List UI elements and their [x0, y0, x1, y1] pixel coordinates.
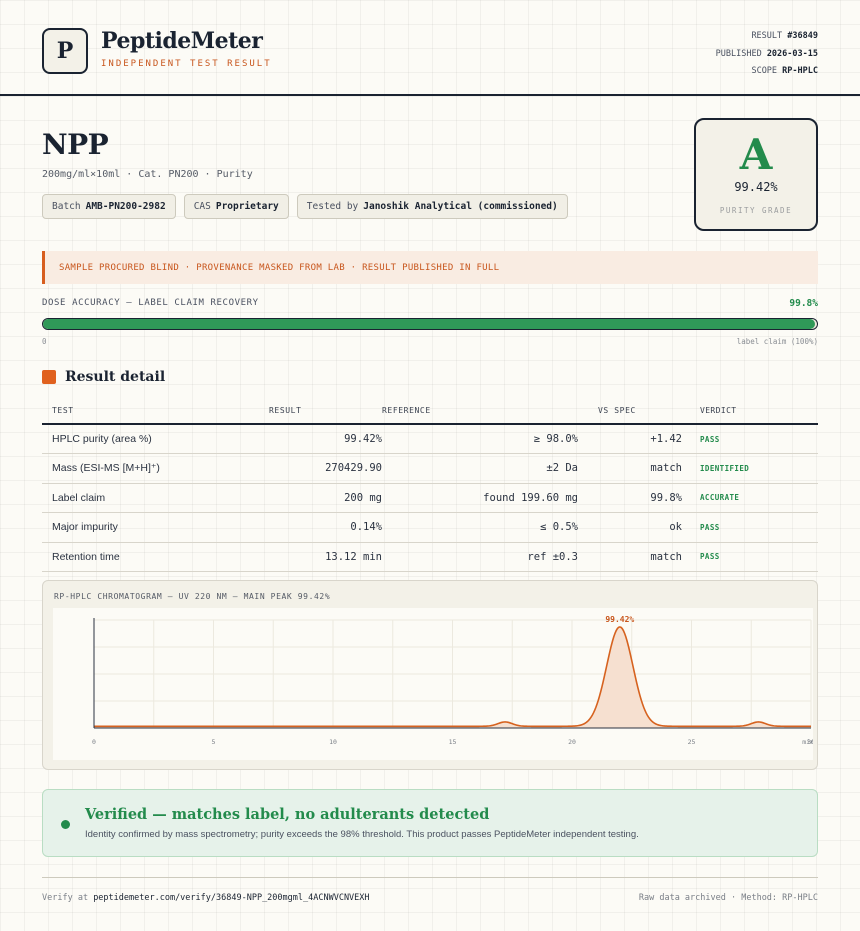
- test-result: 13.12 min: [250, 542, 382, 572]
- procurement-notice: SAMPLE PROCURED BLIND · PROVENANCE MASKE…: [42, 251, 818, 284]
- section-marker-icon: [42, 370, 56, 384]
- table-row: Mass (ESI-MS [M+H]⁺) 270429.90 ±2 Da mat…: [42, 453, 818, 484]
- verification-banner: Verified — matches label, no adulterants…: [42, 789, 818, 857]
- x-tick-label: 10: [329, 738, 337, 746]
- table-row: Retention time 13.12 min ref ±0.3 match …: [42, 542, 818, 572]
- cas-chip: CAS Proprietary: [183, 194, 289, 219]
- result-table: TEST RESULT REFERENCE VS SPEC VERDICT HP…: [42, 398, 818, 572]
- tested-by-chip: Tested by Janoshik Analytical (commission…: [296, 194, 568, 219]
- table-row: Label claim 200 mg found 199.60 mg 99.8%…: [42, 483, 818, 513]
- dose-accuracy-label: DOSE ACCURACY — LABEL CLAIM RECOVERY: [42, 298, 259, 308]
- result-id: #36849: [787, 31, 818, 41]
- test-verdict: PASS: [682, 512, 818, 543]
- x-tick-label: 5: [212, 738, 216, 746]
- dose-accuracy-bar: [42, 318, 818, 330]
- test-verdict: PASS: [682, 542, 818, 572]
- test-result: 99.42%: [250, 424, 382, 454]
- test-reference: ≥ 98.0%: [382, 424, 578, 454]
- verification-title: Verified — matches label, no adulterants…: [85, 806, 490, 823]
- x-tick-label: 15: [449, 738, 457, 746]
- table-header-row: TEST RESULT REFERENCE VS SPEC VERDICT: [42, 398, 818, 425]
- grade-label: PURITY GRADE: [719, 206, 793, 215]
- x-tick-label: 20: [568, 738, 576, 746]
- peak-annotation: 99.42%: [605, 615, 634, 624]
- table-row: Major impurity 0.14% ≤ 0.5% ok PASS: [42, 512, 818, 543]
- test-name: Retention time: [42, 542, 250, 572]
- brand-name: PeptideMeter: [101, 28, 263, 54]
- test-name: Label claim: [42, 483, 250, 513]
- test-reference: ref ±0.3: [382, 542, 578, 572]
- verify-link[interactable]: peptidemeter.com/verify/36849-NPP_200mgm…: [93, 893, 369, 903]
- section-title: Result detail: [65, 369, 166, 385]
- test-vs-spec: match: [578, 542, 682, 572]
- product-name: NPP: [42, 128, 109, 161]
- purity-grade-card: A 99.42% PURITY GRADE: [694, 118, 818, 231]
- product-subline: 200mg/ml×10ml · Cat. PN200 · Purity: [42, 169, 253, 180]
- grade-letter: A: [739, 130, 773, 179]
- dose-accuracy-value: 99.8%: [789, 298, 818, 309]
- x-unit-label: min: [802, 738, 813, 746]
- chromatogram-chart: 0 5 10 15 20 25 30min99.42%: [92, 615, 813, 746]
- scope-row: SCOPE RP-HPLC: [751, 66, 818, 76]
- test-vs-spec: ok: [578, 512, 682, 543]
- test-verdict: IDENTIFIED: [682, 453, 818, 484]
- test-vs-spec: 99.8%: [578, 483, 682, 513]
- product-chips: Batch AMB-PN200-2982 CAS Proprietary Teste…: [42, 194, 568, 219]
- test-vs-spec: match: [578, 453, 682, 484]
- footer-method: Raw data archived · Method: RP-HPLC: [638, 893, 818, 903]
- result-detail-heading: Result detail: [42, 369, 165, 385]
- test-name: Mass (ESI-MS [M+H]⁺): [42, 453, 250, 484]
- scope-value: RP-HPLC: [782, 66, 818, 76]
- test-verdict: PASS: [682, 424, 818, 454]
- verify-line: Verify at peptidemeter.com/verify/36849-…: [42, 893, 370, 903]
- test-name: HPLC purity (area %): [42, 424, 250, 454]
- chart-title: RP-HPLC CHROMATOGRAM — UV 220 NM — MAIN …: [54, 592, 331, 601]
- verified-status-icon: [61, 820, 70, 829]
- dose-bar-min: 0: [42, 337, 47, 346]
- chart-area: 0 5 10 15 20 25 30 min 99.42%: [53, 608, 813, 760]
- test-reference: found 199.60 mg: [382, 483, 578, 513]
- published-date: 2026-03-15: [766, 48, 818, 59]
- test-result: 0.14%: [250, 512, 382, 543]
- test-verdict: ACCURATE: [682, 483, 818, 513]
- dose-accuracy-fill: [43, 319, 816, 329]
- test-result: 200 mg: [250, 483, 382, 513]
- verification-text: Identity confirmed by mass spectrometry;…: [85, 829, 639, 840]
- published-row: PUBLISHED 2026-03-15: [715, 48, 818, 59]
- result-meta: RESULT #36849 PUBLISHED 2026-03-15 SCOPE…: [716, 28, 818, 81]
- col-vs-spec: VS SPEC: [578, 398, 682, 425]
- footer-divider: [42, 877, 818, 878]
- logo: P: [42, 28, 88, 74]
- test-name: Major impurity: [42, 512, 250, 543]
- chromatogram-card: RP-HPLC CHROMATOGRAM — UV 220 NM — MAIN …: [42, 580, 818, 770]
- header: P PeptideMeter INDEPENDENT TEST RESULT R…: [0, 0, 860, 96]
- test-vs-spec: +1.42: [578, 424, 682, 454]
- dose-bar-max: label claim (100%): [736, 337, 818, 346]
- test-reference: ±2 Da: [382, 453, 578, 484]
- table-row: HPLC purity (area %) 99.42% ≥ 98.0% +1.4…: [42, 424, 818, 454]
- col-result: RESULT: [250, 398, 382, 425]
- test-result: 270429.90: [250, 453, 382, 484]
- x-tick-label: 0: [92, 738, 96, 746]
- brand-subtitle: INDEPENDENT TEST RESULT: [101, 59, 272, 69]
- result-id-row: RESULT #36849: [751, 31, 818, 41]
- grade-value: 99.42%: [734, 180, 778, 194]
- col-verdict: VERDICT: [682, 398, 818, 425]
- x-tick-label: 25: [688, 738, 696, 746]
- batch-chip: Batch AMB-PN200-2982: [42, 194, 176, 219]
- col-test: TEST: [42, 398, 250, 425]
- col-reference: REFERENCE: [382, 398, 578, 425]
- test-reference: ≤ 0.5%: [382, 512, 578, 543]
